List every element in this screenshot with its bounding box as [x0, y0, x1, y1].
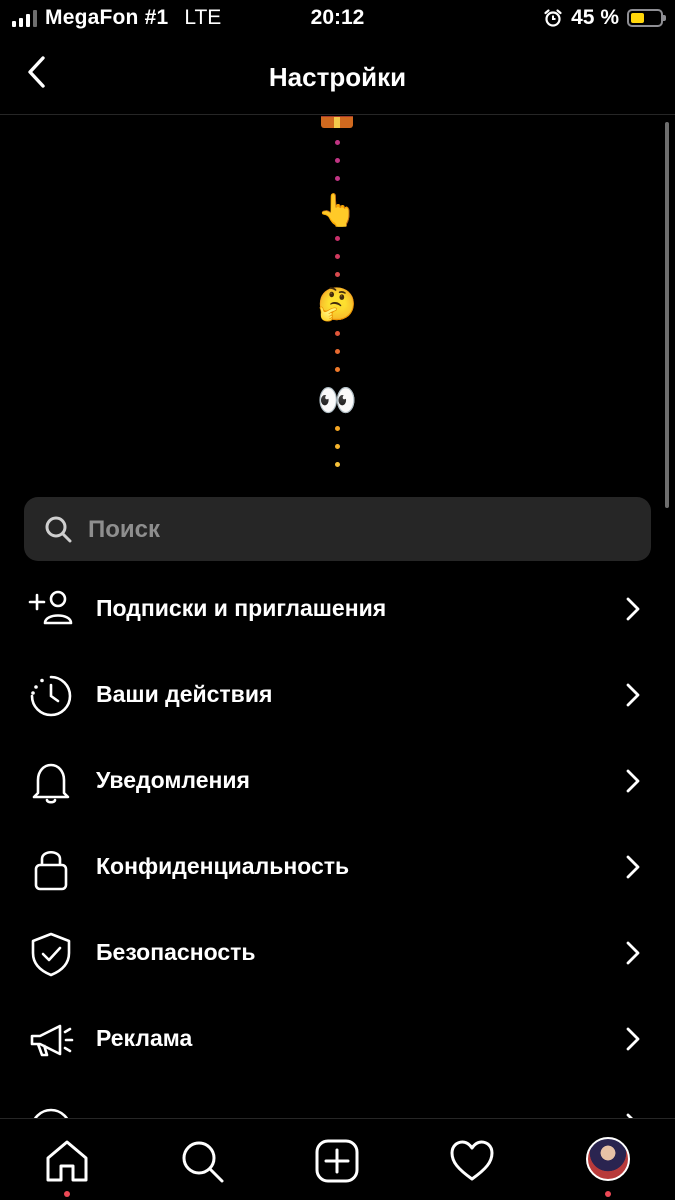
pointing-up-emoji: 👆	[317, 192, 357, 228]
chevron-right-icon	[626, 683, 640, 707]
eyes-emoji: 👀	[317, 382, 357, 418]
trail-dot	[335, 444, 340, 449]
status-right: 45 %	[543, 6, 666, 30]
trail-dot	[335, 236, 340, 241]
battery-percent: 45 %	[571, 6, 619, 29]
lock-icon	[34, 850, 68, 891]
tab-search[interactable]	[178, 1137, 226, 1185]
trail-dot	[335, 331, 340, 336]
scrollbar[interactable]	[665, 122, 669, 508]
menu-item-your-activity[interactable]: Ваши действия	[0, 652, 675, 738]
menu-item-security[interactable]: Безопасность	[0, 910, 675, 996]
trail-dot	[335, 426, 340, 431]
menu-item-partial[interactable]	[0, 1082, 675, 1118]
chevron-right-icon	[626, 1027, 640, 1051]
menu-item-follow-invite[interactable]: Подписки и приглашения	[0, 566, 675, 652]
avatar	[586, 1137, 630, 1181]
search-placeholder: Поиск	[88, 516, 161, 543]
tab-home[interactable]	[43, 1137, 91, 1197]
notification-dot	[64, 1191, 70, 1197]
thinking-emoji: 🤔	[317, 286, 357, 322]
trail-dot	[335, 254, 340, 259]
tab-create[interactable]	[313, 1137, 361, 1185]
tab-profile[interactable]	[582, 1137, 630, 1197]
home-icon	[46, 1140, 88, 1182]
menu-item-label: Уведомления	[96, 767, 250, 793]
menu-item-ads[interactable]: Реклама	[0, 996, 675, 1082]
settings-content[interactable]: 👆 🤔 👀 Поиск Подписки и приглашения Ваши …	[0, 116, 675, 1118]
menu-item-privacy[interactable]: Конфиденциальность	[0, 824, 675, 910]
activity-clock-icon	[30, 675, 72, 717]
alarm-icon	[544, 9, 562, 27]
menu-item-notifications[interactable]: Уведомления	[0, 738, 675, 824]
search-icon	[45, 516, 72, 543]
menu-item-label: Реклама	[96, 1025, 193, 1051]
menu-item-label: Ваши действия	[96, 681, 273, 707]
search-icon	[182, 1141, 224, 1183]
chevron-right-icon	[626, 597, 640, 621]
menu-item-label: Конфиденциальность	[96, 853, 350, 879]
trail-dot	[335, 462, 340, 467]
trail-dot	[335, 176, 340, 181]
bell-icon	[32, 763, 70, 804]
tab-bar	[0, 1118, 675, 1200]
shield-check-icon	[31, 932, 71, 977]
trail-dot	[335, 349, 340, 354]
chevron-right-icon	[626, 855, 640, 879]
page-title: Настройки	[268, 62, 407, 92]
megaphone-icon	[30, 1024, 74, 1057]
menu-item-label: Подписки и приглашения	[96, 595, 387, 621]
status-bar: MegaFon #1 LTE 20:12 45 %	[0, 0, 675, 38]
add-person-icon	[28, 590, 73, 625]
account-circle-icon	[33, 1108, 69, 1118]
tab-activity[interactable]	[448, 1137, 496, 1185]
header: Настройки	[0, 38, 675, 115]
trail-dot	[335, 272, 340, 277]
battery-icon	[627, 9, 666, 27]
chevron-right-icon	[626, 941, 640, 965]
search-input[interactable]: Поиск	[24, 497, 651, 561]
gift-emoji	[321, 116, 353, 128]
trail-dot	[335, 158, 340, 163]
chevron-right-icon	[626, 769, 640, 793]
trail-dot	[335, 367, 340, 372]
add-post-icon	[315, 1139, 359, 1183]
menu-item-label: Безопасность	[96, 939, 256, 965]
heart-icon	[450, 1140, 494, 1181]
trail-dot	[335, 140, 340, 145]
notification-dot	[605, 1191, 611, 1197]
